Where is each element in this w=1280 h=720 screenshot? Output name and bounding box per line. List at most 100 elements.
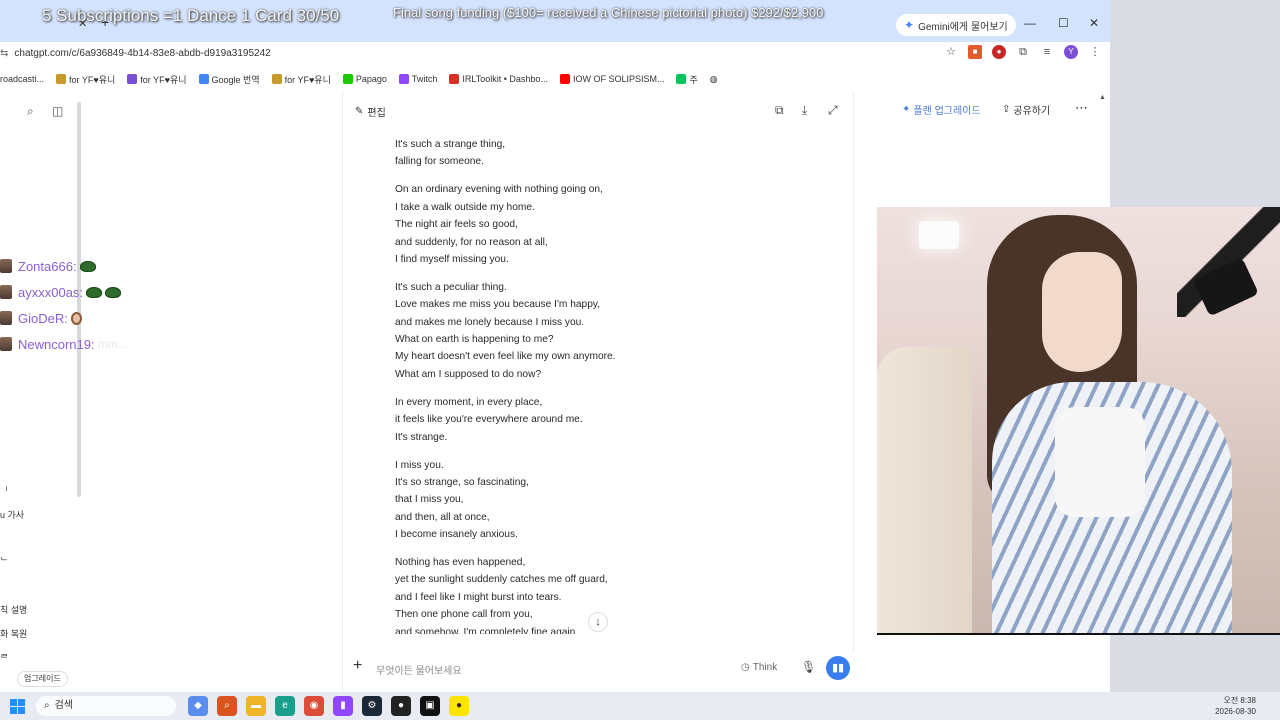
obs-app-icon[interactable]: ● bbox=[391, 696, 411, 716]
windows-start-icon[interactable] bbox=[10, 699, 25, 714]
bookmark-label: 주 bbox=[689, 74, 698, 85]
twitch-app-icon[interactable]: ▮ bbox=[333, 696, 353, 716]
url-field[interactable]: ⇆ chatgpt.com/c/6a936849-4b14-83e8-abdb-d… bbox=[0, 48, 271, 59]
bookmark-item[interactable]: Papago bbox=[342, 74, 387, 84]
chrome-app-icon[interactable]: ◉ bbox=[304, 696, 324, 716]
chat-text: mm... bbox=[97, 337, 128, 351]
bookmark-favicon-icon bbox=[271, 74, 282, 84]
voice-mode-button[interactable]: ▮▮ bbox=[826, 656, 850, 680]
copy-icon[interactable]: ⧉ bbox=[775, 103, 784, 118]
expand-icon[interactable]: ⤢ bbox=[828, 103, 838, 118]
close-window-icon[interactable]: ✕ bbox=[1089, 16, 1099, 30]
think-label: Think bbox=[752, 662, 778, 673]
plan-upgrade-button[interactable]: ✦ 플랜 업그레이드 bbox=[902, 102, 981, 117]
ask-gemini-button[interactable]: ✦ Gemini에게 물어보기 bbox=[896, 14, 1016, 36]
site-info-icon[interactable]: ⇆ bbox=[0, 48, 8, 59]
copilot-app-icon[interactable]: ◆ bbox=[188, 696, 208, 716]
app-square-icon[interactable]: ▣ bbox=[420, 696, 440, 716]
bookmark-favicon-icon bbox=[56, 74, 67, 84]
subscription-goal-overlay: 5 Subscriptions =1 Dance 1 Card 30/50 bbox=[42, 6, 340, 25]
bookmark-label: Google 번역 bbox=[211, 74, 260, 85]
search-icon[interactable]: ⌕ bbox=[27, 104, 34, 119]
stream-chat-overlay: Zonta666: ayxxx00as: GioDeR: Newncorn19: mm.… bbox=[0, 253, 128, 357]
address-bar[interactable]: ⇆ chatgpt.com/c/6a936849-4b14-83e8-abdb-d… bbox=[0, 42, 1110, 68]
taskbar-apps: ◆ ⌕ ▬ e ◉ ▮ ⚙ ● ▣ ● bbox=[188, 696, 469, 716]
scroll-down-icon[interactable]: ↓ bbox=[588, 612, 608, 632]
bookmark-favicon-icon bbox=[127, 74, 138, 84]
poem-stanza: I miss you. It's so strange, so fascinati… bbox=[395, 457, 835, 544]
download-icon[interactable]: ⤓ bbox=[802, 103, 807, 118]
poem-line: It's such a peculiar thing. bbox=[395, 281, 507, 293]
bookmark-globe-icon[interactable]: ◍ bbox=[710, 74, 718, 85]
extensions-puzzle-icon[interactable]: ⧉ bbox=[1016, 45, 1030, 59]
search-icon: ⌕ bbox=[44, 700, 50, 711]
sidebar-chat-item[interactable]: 화 복원 bbox=[0, 627, 27, 640]
face-emote-icon bbox=[70, 311, 82, 325]
extension-orange-icon[interactable]: ■ bbox=[968, 45, 982, 59]
poem-stanza: On an ordinary evening with nothing goin… bbox=[395, 181, 835, 268]
sidebar-chat-item[interactable]: ᄅ bbox=[0, 651, 8, 664]
search-app-icon[interactable]: ⌕ bbox=[217, 696, 237, 716]
frog-emote-icon bbox=[86, 286, 103, 298]
minimize-icon[interactable]: — bbox=[1024, 16, 1036, 30]
poem-line: Love makes me miss you because I'm happy… bbox=[395, 299, 601, 311]
poem-line: What on earth is happening to me? bbox=[395, 334, 554, 346]
poem-line: It's so strange, so fascinating, bbox=[395, 476, 529, 488]
edge-app-icon[interactable]: e bbox=[275, 696, 295, 716]
bookmark-star-icon[interactable]: ☆ bbox=[944, 45, 958, 59]
composer: + 무엇이든 물어보세요 ◷ Think 🎙 ▮▮ bbox=[343, 652, 855, 692]
sidebar-chat-item[interactable]: 칙 설명 bbox=[0, 603, 27, 616]
bookmark-item[interactable]: IOW OF SOLIPSISM... bbox=[559, 74, 664, 84]
upgrade-button[interactable]: 업그레이드 bbox=[17, 671, 68, 687]
poem-line: On an ordinary evening with nothing goin… bbox=[395, 184, 603, 196]
maximize-icon[interactable]: ☐ bbox=[1058, 16, 1069, 30]
extension-red-icon[interactable]: ● bbox=[992, 45, 1006, 59]
clock-time: 오전 8:38 bbox=[1223, 696, 1256, 705]
profile-avatar-icon[interactable]: Y bbox=[1064, 45, 1078, 59]
microphone-icon[interactable]: 🎙 bbox=[801, 660, 816, 674]
sidebar-chat-item[interactable]: u 가사 bbox=[0, 508, 24, 521]
chat-username: Newncorn19 bbox=[18, 336, 91, 352]
poem-line: I find myself missing you. bbox=[395, 253, 509, 265]
address-bar-icons: ☆ ■ ● ⧉ ≡ Y ⋮ bbox=[944, 45, 1102, 59]
browser-menu-icon[interactable]: ⋮ bbox=[1088, 45, 1102, 59]
poem-line: It's strange. bbox=[395, 431, 448, 443]
frog-emote-icon bbox=[105, 286, 122, 298]
steam-app-icon[interactable]: ⚙ bbox=[362, 696, 382, 716]
edit-button[interactable]: ✎ 편집 bbox=[355, 104, 386, 119]
sidebar-toggle-icon[interactable]: ◫ bbox=[52, 104, 63, 118]
chat-separator: : bbox=[72, 258, 77, 274]
bookmark-item[interactable]: roadcasti... bbox=[0, 74, 44, 84]
pencil-icon: ✎ bbox=[355, 106, 364, 117]
chat-message: Zonta666: bbox=[0, 253, 128, 279]
think-icon: ◷ bbox=[741, 662, 750, 673]
share-button[interactable]: ⇪ 공유하기 bbox=[1002, 102, 1050, 117]
taskbar-search[interactable]: ⌕ 검색 bbox=[36, 696, 176, 716]
canvas-header: ✎ 편집 ⧉ ⤓ ⤢ bbox=[343, 92, 855, 128]
attach-plus-icon[interactable]: + bbox=[353, 657, 362, 675]
bookmark-item[interactable]: for YF♥유니 bbox=[56, 73, 115, 86]
kakao-app-icon[interactable]: ● bbox=[449, 696, 469, 716]
poem-document[interactable]: . It's such a strange thing,falling for … bbox=[395, 134, 835, 634]
think-button[interactable]: ◷ Think bbox=[741, 662, 777, 673]
bookmark-item[interactable]: 주 bbox=[676, 73, 698, 86]
bookmark-item[interactable]: Google 번역 bbox=[198, 73, 260, 86]
bookmark-item[interactable]: for YF♥유니 bbox=[271, 73, 331, 86]
poem-line: It's such a strange thing, bbox=[395, 139, 506, 150]
poem-line: I take a walk outside my home. bbox=[395, 201, 535, 213]
media-control-icon[interactable]: ≡ bbox=[1040, 45, 1054, 59]
system-clock[interactable]: 오전 8:38 2026-08-30 bbox=[1215, 695, 1256, 717]
explorer-app-icon[interactable]: ▬ bbox=[246, 696, 266, 716]
more-options-icon[interactable]: ⋯ bbox=[1075, 100, 1089, 116]
bookmark-favicon-icon bbox=[559, 74, 570, 84]
streamer-top bbox=[1055, 407, 1145, 517]
sidebar-chat-item[interactable]: ᅵ bbox=[0, 484, 8, 497]
chair bbox=[877, 347, 972, 633]
bookmark-item[interactable]: IRLToolkit • Dashbo... bbox=[449, 74, 548, 84]
sidebar-chat-item[interactable]: ᄂ bbox=[0, 554, 8, 567]
bookmark-item[interactable]: for YF♥유니 bbox=[127, 73, 187, 86]
bookmark-item[interactable]: Twitch bbox=[398, 74, 437, 84]
scroll-up-arrow-icon[interactable]: ▲ bbox=[1099, 94, 1106, 101]
message-input[interactable]: 무엇이든 물어보세요 bbox=[376, 662, 462, 677]
poem-line: The night air feels so good, bbox=[395, 219, 518, 231]
